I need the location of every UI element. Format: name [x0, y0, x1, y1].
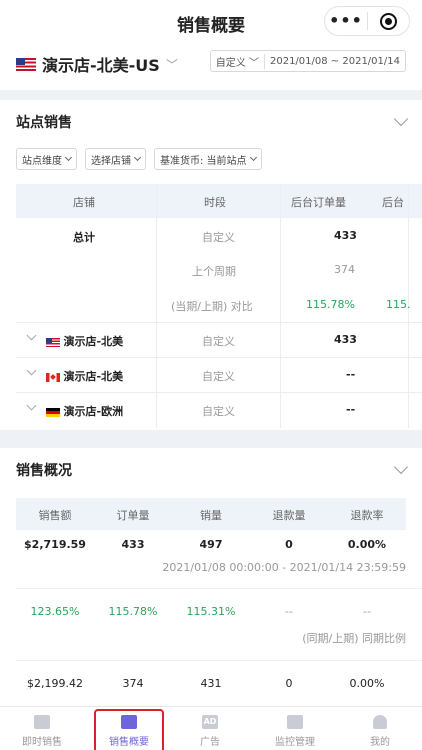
compare-units: 115.31%: [186, 605, 236, 618]
col-orders: 订单量: [116, 509, 150, 522]
store-row-name: 演示店-北美: [46, 333, 123, 349]
store-name: 演示店-北美-US: [42, 56, 160, 75]
collapse-chevron-icon[interactable]: [393, 111, 409, 127]
collapse-chevron-icon[interactable]: [393, 459, 409, 475]
prev-units: 431: [200, 677, 222, 690]
store-bar: 演示店-北美-US ﹀ 自定义 ﹀ 2021/01/08 ~ 2021/01/1…: [0, 44, 422, 90]
target-icon: [379, 12, 397, 30]
tab-bar: 即时销售 销售概要 AD 广告 监控管理 我的: [0, 706, 422, 750]
store-orders: --: [346, 368, 356, 381]
col-period: 时段: [204, 196, 226, 209]
col-units: 销量: [200, 509, 222, 522]
filter-bar: 站点维度 选择店铺 基准货币: 当前站点: [16, 148, 262, 170]
total-label: 总计: [73, 231, 95, 244]
col-refund-rate: 退款率: [350, 509, 384, 522]
store-orders: --: [346, 403, 356, 416]
col-next: 后台: [382, 196, 404, 209]
overview-title: 销售概况: [16, 463, 72, 479]
active-tab-highlight: [94, 709, 164, 750]
table-row: 自定义: [202, 370, 235, 383]
monitor-icon: [287, 715, 303, 729]
site-sales-table: 店铺 时段 后台订单量 后台 总计 自定义 433 上个周期 374 (当期/上…: [16, 184, 422, 428]
more-icon[interactable]: •••: [325, 7, 367, 35]
current-units: 497: [199, 538, 223, 551]
store-orders: 433: [334, 333, 357, 346]
current-range: 2021/01/08 00:00:00 - 2021/01/14 23:59:5…: [162, 561, 406, 574]
sales-overview-card: 销售概况 销售额 订单量 销量 退款量 退款率 $2,719.59 433 49…: [0, 448, 422, 706]
date-range-text: 2021/01/08 ~ 2021/01/14: [269, 55, 400, 67]
expand-chevron-icon[interactable]: [26, 400, 37, 411]
col-sales: 销售额: [38, 509, 72, 522]
realtime-chart-icon: [34, 715, 50, 729]
col-orders: 后台订单量: [291, 196, 346, 209]
current-refunds: 0: [285, 538, 293, 551]
col-refunds: 退款量: [272, 509, 306, 522]
ca-flag-icon: [46, 372, 60, 382]
close-miniprogram-button[interactable]: [368, 12, 409, 30]
date-mode[interactable]: 自定义 ﹀: [216, 53, 265, 69]
ad-icon: AD: [202, 715, 218, 729]
current-orders: 433: [121, 538, 145, 551]
store-selector[interactable]: 演示店-北美-US ﹀: [16, 52, 178, 76]
compare-orders: 115.78%: [108, 605, 158, 618]
ratio-orders: 115.78%: [306, 298, 355, 311]
compare-refunds: --: [285, 605, 293, 618]
us-flag-icon: [46, 337, 60, 347]
current-sales: $2,719.59: [24, 538, 86, 551]
col-store: 店铺: [73, 196, 95, 209]
prev-orders: 374: [334, 263, 355, 276]
us-flag-icon: [16, 57, 36, 71]
overview-header: 销售额 订单量 销量 退款量 退款率: [16, 498, 406, 530]
table-row: 自定义: [202, 231, 235, 244]
date-range-picker[interactable]: 自定义 ﹀ 2021/01/08 ~ 2021/01/14: [209, 50, 406, 72]
expand-chevron-icon[interactable]: [26, 365, 37, 376]
compare-sales: 123.65%: [30, 605, 80, 618]
current-refund-rate: 0.00%: [347, 538, 387, 551]
table-header: 店铺 时段 后台订单量 后台: [16, 184, 422, 218]
table-row: 自定义: [202, 405, 235, 418]
expand-chevron-icon[interactable]: [26, 330, 37, 341]
total-orders: 433: [334, 229, 357, 242]
tab-realtime-sales[interactable]: 即时销售: [0, 707, 84, 750]
dimension-filter[interactable]: 站点维度: [16, 148, 77, 170]
store-row-name: 演示店-北美: [46, 368, 123, 384]
store-row-name: 演示店-欧洲: [46, 403, 123, 419]
compare-refund-rate: --: [363, 605, 371, 618]
nav-bar: 销售概要 •••: [0, 0, 422, 44]
prev-orders: 374: [122, 677, 144, 690]
de-flag-icon: [46, 407, 60, 417]
site-sales-title: 站点销售: [16, 115, 72, 131]
prev-refunds: 0: [285, 677, 293, 690]
table-row: 自定义: [202, 335, 235, 348]
table-row: 上个周期: [192, 265, 236, 278]
store-filter[interactable]: 选择店铺: [85, 148, 146, 170]
tab-monitoring[interactable]: 监控管理: [253, 707, 337, 750]
ratio-next: 115.: [386, 298, 411, 311]
currency-filter[interactable]: 基准货币: 当前站点: [154, 148, 262, 170]
chevron-down-icon: ﹀: [165, 57, 178, 72]
table-row: (当期/上期) 对比: [171, 300, 253, 313]
mini-program-capsule: •••: [324, 6, 410, 36]
site-sales-card: 站点销售 站点维度 选择店铺 基准货币: 当前站点 店铺 时段 后台订单量 后台…: [0, 100, 422, 430]
compare-label: (同期/上期) 同期比例: [302, 632, 406, 645]
prev-sales: $2,199.42: [27, 677, 83, 690]
user-icon: [373, 715, 387, 729]
prev-refund-rate: 0.00%: [349, 677, 385, 690]
tab-ads[interactable]: AD 广告: [168, 707, 252, 750]
tab-profile[interactable]: 我的: [338, 707, 422, 750]
